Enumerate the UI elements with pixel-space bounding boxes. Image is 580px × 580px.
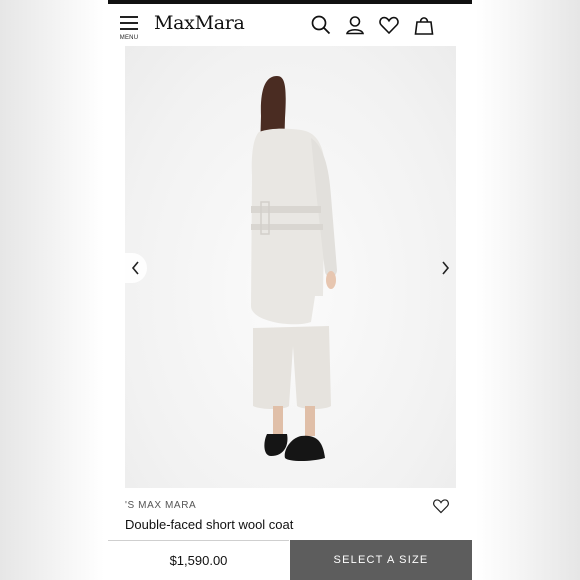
- product-brand[interactable]: 'S MAX MARA: [125, 500, 196, 511]
- site-header: MENU MaxMara: [108, 4, 472, 44]
- product-image[interactable]: [125, 46, 456, 488]
- select-size-button[interactable]: SELECT A SIZE: [290, 540, 472, 580]
- account-icon[interactable]: [344, 14, 366, 36]
- shopping-bag-icon[interactable]: [413, 14, 435, 36]
- purchase-bar: $1,590.00 SELECT A SIZE: [108, 540, 472, 580]
- hamburger-icon: [120, 16, 138, 18]
- chevron-left-icon: [131, 261, 139, 275]
- menu-label: MENU: [119, 35, 139, 41]
- heart-outline-icon[interactable]: [432, 497, 450, 515]
- search-icon[interactable]: [310, 14, 332, 36]
- chevron-right-icon: [442, 261, 450, 275]
- next-image-button[interactable]: [434, 253, 456, 283]
- product-name: Double-faced short wool coat: [125, 517, 294, 532]
- product-page: MENU MaxMara 'S MAX MARA Double-faced sh…: [108, 0, 472, 580]
- brand-logo[interactable]: MaxMara: [154, 12, 245, 34]
- hamburger-line: [120, 28, 138, 30]
- wishlist-heart-icon[interactable]: [378, 14, 400, 36]
- product-price: $1,590.00: [108, 540, 289, 580]
- hamburger-line: [120, 22, 138, 24]
- model-illustration: [251, 76, 337, 461]
- menu-button[interactable]: MENU: [118, 16, 140, 42]
